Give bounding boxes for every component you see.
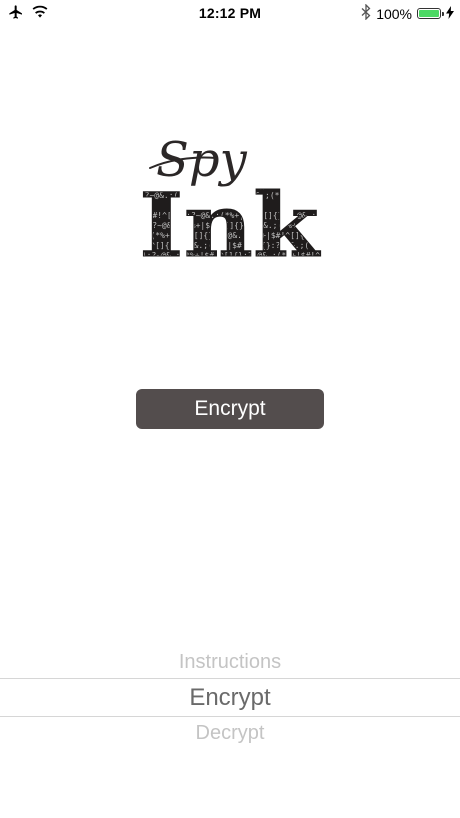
picker-item-decrypt[interactable]: Decrypt — [0, 722, 460, 745]
status-right: 100% — [361, 3, 454, 23]
battery-icon — [417, 8, 444, 19]
logo-block-text: Ink — [139, 173, 321, 260]
picker-item-instructions[interactable]: Instructions — [0, 651, 460, 674]
picker-selection-top-line — [0, 678, 460, 679]
charging-icon — [446, 5, 454, 22]
battery-fill — [419, 10, 439, 17]
battery-percent: 100% — [376, 5, 412, 22]
encrypt-button[interactable]: Encrypt — [136, 389, 324, 429]
app-logo: +|$#!^[]{}:?~@&.;(*%+|$#!^[]{}:?~@&.;(*%… — [138, 118, 322, 278]
bluetooth-icon — [361, 3, 371, 23]
mode-picker[interactable]: Instructions Encrypt Decrypt — [0, 646, 460, 756]
status-bar: 12:12 PM 100% — [0, 0, 460, 26]
picker-selection-bottom-line — [0, 716, 460, 717]
picker-item-encrypt[interactable]: Encrypt — [0, 684, 460, 712]
spy-ink-logo-graphic: +|$#!^[]{}:?~@&.;(*%+|$#!^[]{}:?~@&.;(*%… — [139, 132, 322, 278]
